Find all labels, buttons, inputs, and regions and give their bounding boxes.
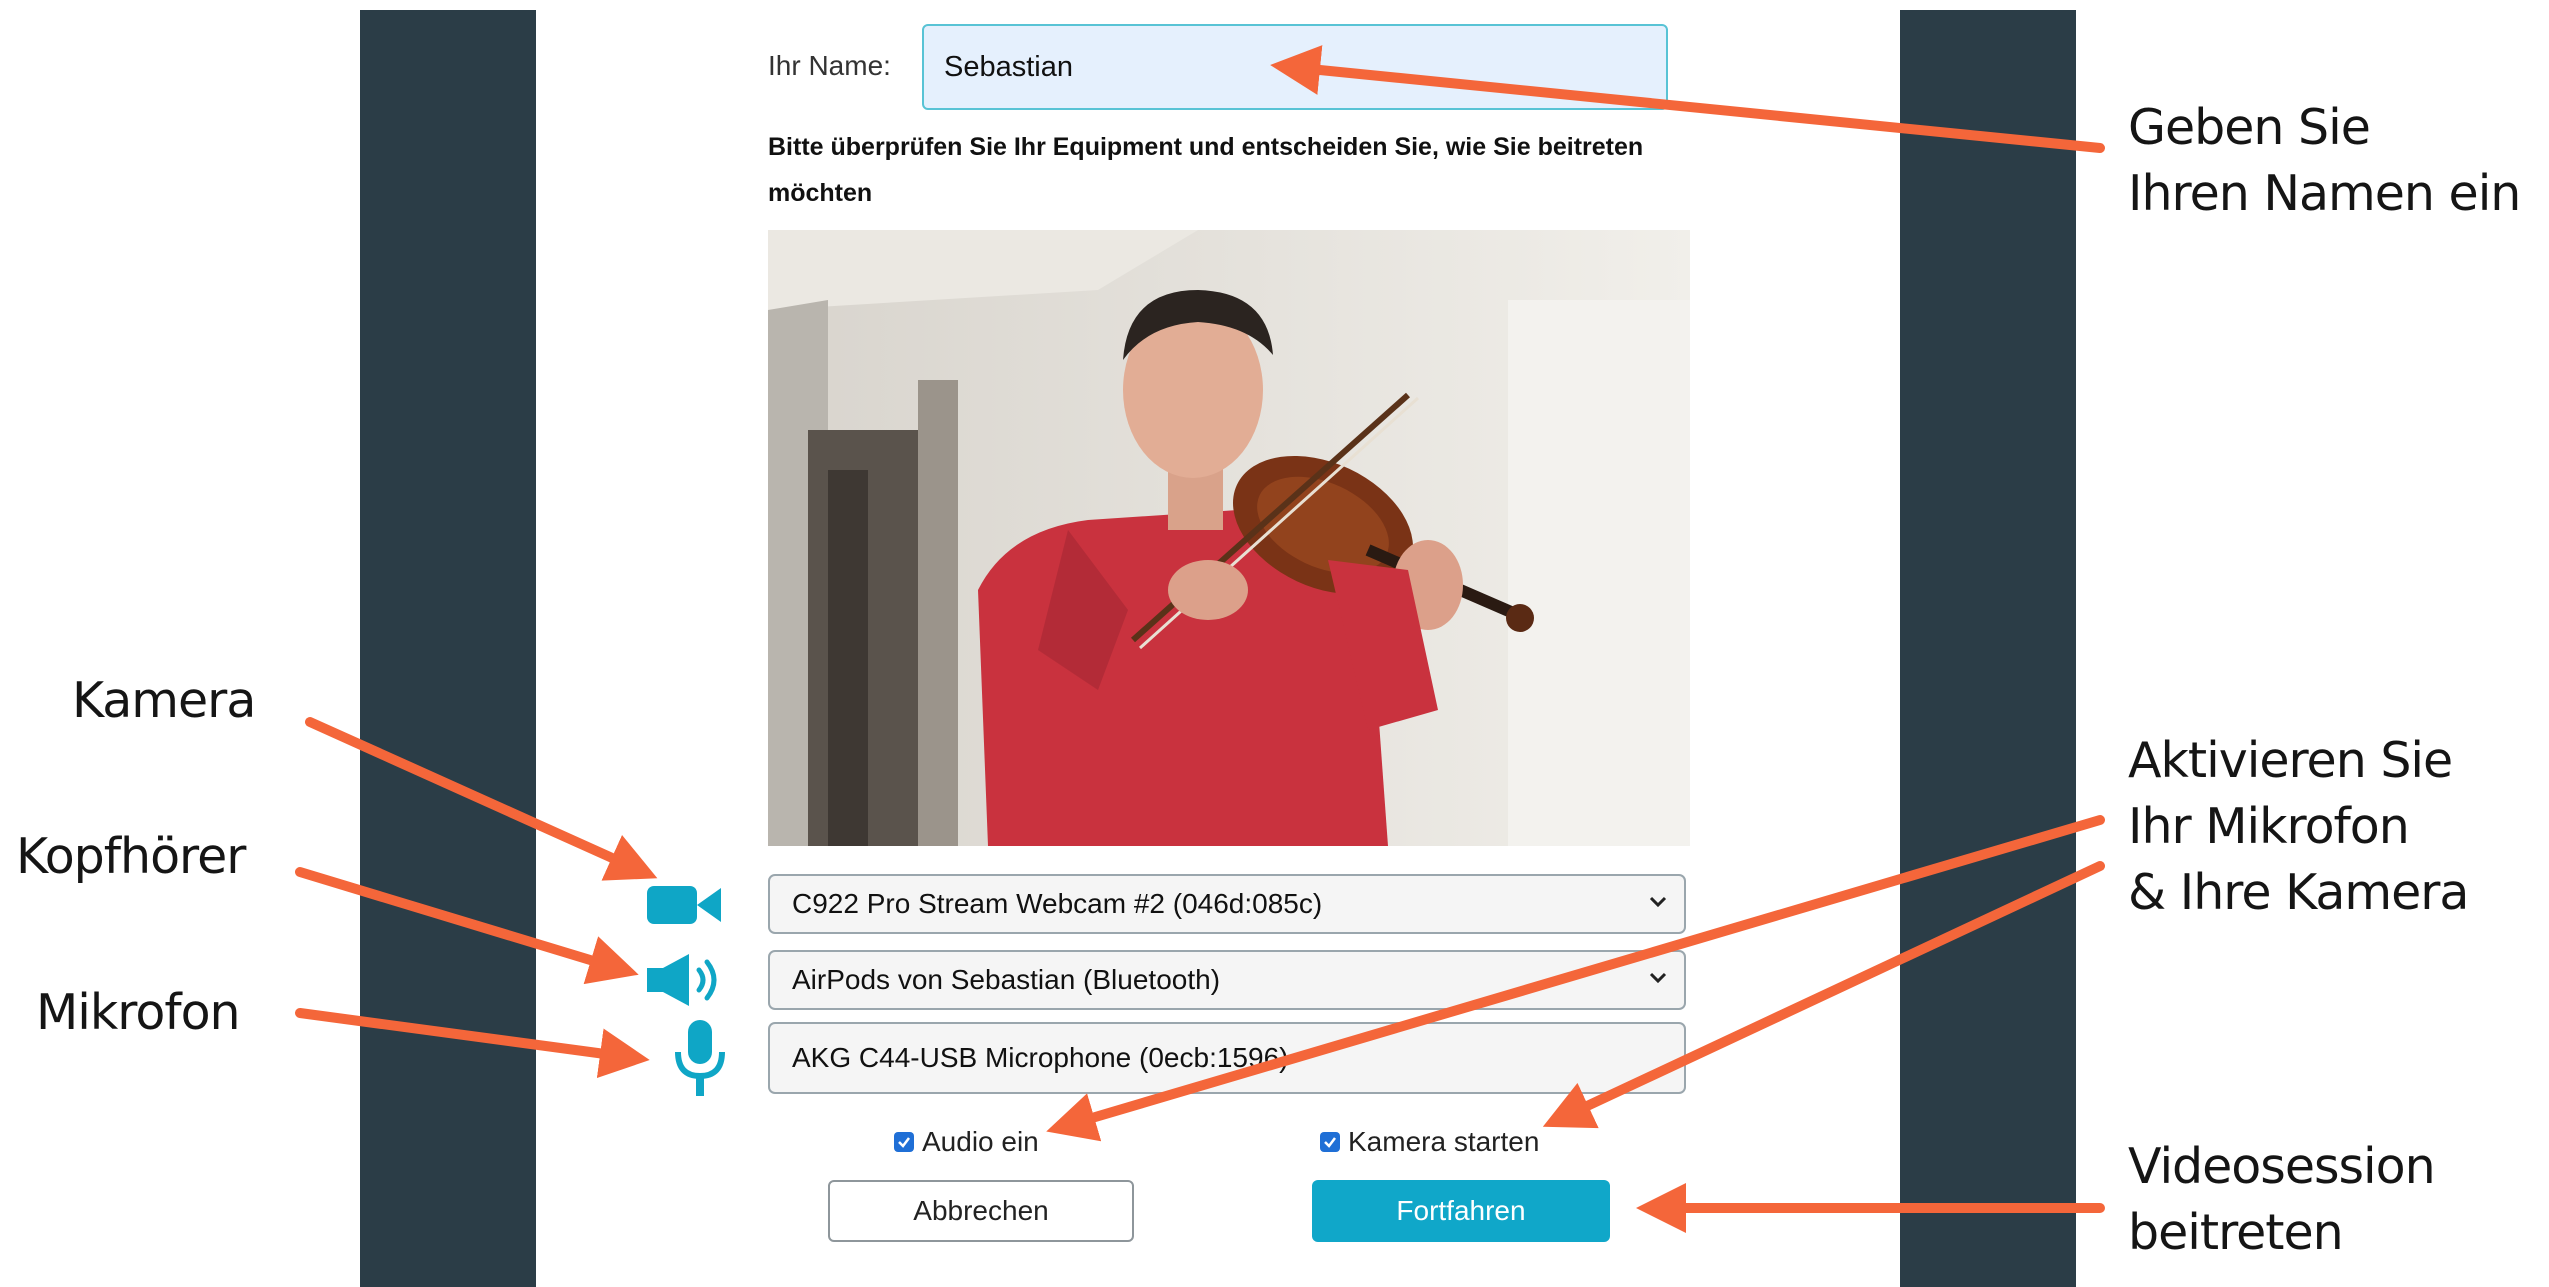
annotation-join-session: Videosession beitreten — [2128, 1134, 2436, 1266]
annotation-line: Ihren Namen ein — [2128, 165, 2521, 222]
annotation-line: Aktivieren Sie — [2128, 732, 2453, 789]
annotation-activate: Aktivieren Sie Ihr Mikrofon & Ihre Kamer… — [2128, 728, 2469, 926]
annotation-line: Geben Sie — [2128, 99, 2371, 156]
annotation-microphone: Mikrofon — [36, 980, 241, 1046]
annotation-line: Videosession — [2128, 1138, 2436, 1195]
annotation-line: Kopfhörer — [16, 828, 246, 885]
annotation-line: Ihr Mikrofon — [2128, 798, 2410, 855]
arrow-headphones — [295, 867, 639, 985]
annotation-line: & Ihre Kamera — [2128, 864, 2469, 921]
annotation-enter-name: Geben Sie Ihren Namen ein — [2128, 95, 2521, 227]
annotation-line: Kamera — [72, 672, 256, 729]
arrow-camera — [305, 717, 658, 881]
annotation-headphones: Kopfhörer — [16, 824, 246, 890]
arrow-name — [1270, 45, 2105, 153]
arrow-audio — [1046, 815, 2105, 1142]
annotation-line: beitreten — [2128, 1204, 2344, 1261]
annotation-camera: Kamera — [72, 668, 256, 734]
annotation-line: Mikrofon — [36, 984, 241, 1041]
arrow-microphone — [295, 1008, 650, 1079]
